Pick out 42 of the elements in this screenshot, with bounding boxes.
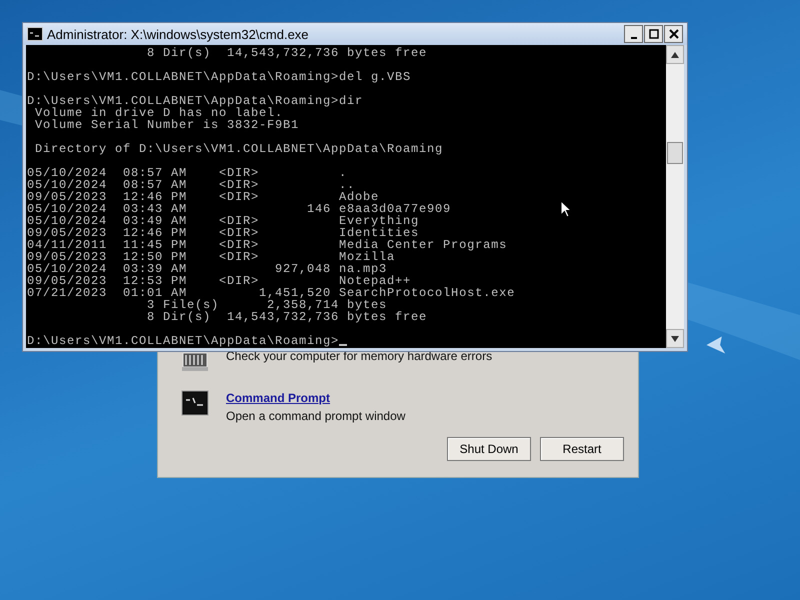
console-line: 05/10/2024 03:43 AM 146 e8aa3d0a77e909 <box>27 203 452 215</box>
console-line: 05/10/2024 03:49 AM <DIR> Everything <box>27 215 420 227</box>
scroll-down-button[interactable] <box>666 329 684 348</box>
close-icon <box>668 29 678 39</box>
console-line: 09/05/2023 12:46 PM <DIR> Adobe <box>27 191 380 203</box>
up-arrow-icon <box>671 52 679 58</box>
command-prompt-icon <box>180 389 210 417</box>
maximize-icon <box>648 29 658 39</box>
console-line: D:\Users\VM1.COLLABNET\AppData\Roaming> <box>27 335 340 347</box>
console-line: D:\Users\VM1.COLLABNET\AppData\Roaming>dir <box>27 95 364 107</box>
console-line: 05/10/2024 08:57 AM <DIR> . <box>27 167 348 179</box>
minimize-button[interactable] <box>624 25 643 43</box>
tool-description: Open a command prompt window <box>226 409 406 423</box>
dialog-button[interactable]: Restart <box>540 437 624 461</box>
console-line: 07/21/2023 01:01 AM 1,451,520 SearchProtocolHost.exe <box>27 287 516 299</box>
console-line: 04/11/2011 11:45 PM <DIR> Media Center Programs <box>27 239 508 251</box>
console-line: 09/05/2023 12:53 PM <DIR> Notepad++ <box>27 275 412 287</box>
console-line: 05/10/2024 03:39 AM 927,048 na.mp3 <box>27 263 388 275</box>
console-line: 09/05/2023 12:46 PM <DIR> Identities <box>27 227 420 239</box>
vertical-scrollbar[interactable] <box>666 45 684 348</box>
scroll-up-button[interactable] <box>666 45 684 64</box>
console-line: 8 Dir(s) 14,543,732,736 bytes free <box>146 311 428 323</box>
console-line: 8 Dir(s) 14,543,732,736 bytes free <box>146 47 428 59</box>
console-line: Directory of D:\Users\VM1.COLLABNET\AppData\Roaming <box>34 143 444 155</box>
console-app-icon <box>27 27 43 41</box>
command-prompt-link[interactable]: Command Prompt <box>226 391 406 405</box>
text-cursor <box>339 344 348 346</box>
down-arrow-icon <box>671 336 679 342</box>
close-button[interactable] <box>664 25 683 43</box>
dialog-button[interactable]: Shut Down <box>447 437 531 461</box>
tool-description: Check your computer for memory hardware errors <box>226 349 492 363</box>
console-line: D:\Users\VM1.COLLABNET\AppData\Roaming>del g.VBS <box>27 71 412 83</box>
scrollbar-thumb[interactable] <box>667 142 683 164</box>
console-line: 05/10/2024 08:57 AM <DIR> .. <box>27 179 356 191</box>
console-line: Volume in drive D has no label. <box>35 107 284 119</box>
console-line: 09/05/2023 12:50 PM <DIR> Mozilla <box>27 251 396 263</box>
window-title: Administrator: X:\windows\system32\cmd.exe <box>47 26 310 42</box>
maximize-button[interactable] <box>644 25 663 43</box>
mouse-pointer-icon <box>560 200 572 219</box>
console-line: 3 File(s) 2,358,714 bytes <box>146 299 388 311</box>
minimize-icon <box>630 36 636 38</box>
console-line: Volume Serial Number is 3832-F9B1 <box>34 119 300 131</box>
